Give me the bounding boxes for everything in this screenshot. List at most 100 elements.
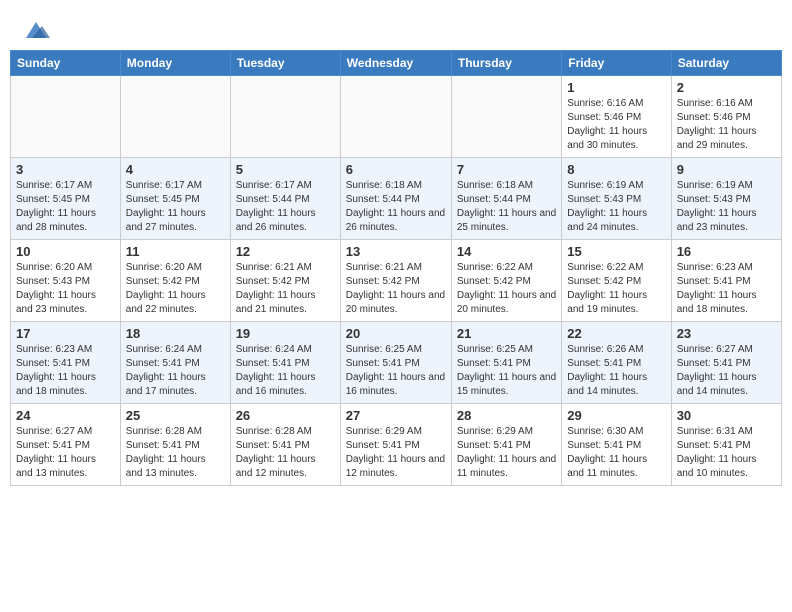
- day-number: 8: [567, 162, 665, 177]
- day-number: 14: [457, 244, 556, 259]
- calendar-week-row: 17 Sunrise: 6:23 AMSunset: 5:41 PMDayligh…: [11, 322, 782, 404]
- day-number: 2: [677, 80, 776, 95]
- day-number: 18: [126, 326, 225, 341]
- calendar-day-cell: 13 Sunrise: 6:21 AMSunset: 5:42 PMDayligh…: [340, 240, 451, 322]
- day-number: 6: [346, 162, 446, 177]
- day-number: 9: [677, 162, 776, 177]
- calendar-day-cell: 27 Sunrise: 6:29 AMSunset: 5:41 PMDayligh…: [340, 404, 451, 486]
- day-number: 15: [567, 244, 665, 259]
- calendar-day-cell: 28 Sunrise: 6:29 AMSunset: 5:41 PMDayligh…: [451, 404, 561, 486]
- calendar-day-cell: 6 Sunrise: 6:18 AMSunset: 5:44 PMDaylight…: [340, 158, 451, 240]
- calendar-header-friday: Friday: [562, 51, 671, 76]
- day-number: 16: [677, 244, 776, 259]
- calendar-day-cell: 14Sunrise: 6:22 AMSunset: 5:42 PMDayligh…: [451, 240, 561, 322]
- day-info: Sunrise: 6:26 AMSunset: 5:41 PMDaylight:…: [567, 343, 665, 399]
- day-info: Sunrise: 6:28 AMSunset: 5:41 PMDaylight:…: [126, 425, 225, 481]
- calendar-day-cell: 5 Sunrise: 6:17 AMSunset: 5:44 PMDaylight…: [230, 158, 340, 240]
- day-info: Sunrise: 6:30 AMSunset: 5:41 PMDaylight:…: [567, 425, 665, 481]
- calendar-day-cell: 16 Sunrise: 6:23 AMSunset: 5:41 PMDayligh…: [671, 240, 781, 322]
- calendar-day-cell: 1 Sunrise: 6:16 AMSunset: 5:46 PMDaylight…: [562, 76, 671, 158]
- day-info: Sunrise: 6:21 AMSunset: 5:42 PMDaylight:…: [346, 261, 446, 317]
- day-number: 22: [567, 326, 665, 341]
- day-info: Sunrise: 6:28 AMSunset: 5:41 PMDaylight:…: [236, 425, 335, 481]
- calendar-header-saturday: Saturday: [671, 51, 781, 76]
- day-number: 21: [457, 326, 556, 341]
- page-header: [10, 10, 782, 44]
- day-info: Sunrise: 6:25 AMSunset: 5:41 PMDaylight:…: [457, 343, 556, 399]
- day-number: 3: [16, 162, 115, 177]
- day-info: Sunrise: 6:18 AMSunset: 5:44 PMDaylight:…: [457, 179, 556, 235]
- calendar-day-cell: 24 Sunrise: 6:27 AMSunset: 5:41 PMDayligh…: [11, 404, 121, 486]
- day-number: 26: [236, 408, 335, 423]
- calendar-day-cell: 29 Sunrise: 6:30 AMSunset: 5:41 PMDayligh…: [562, 404, 671, 486]
- calendar-day-cell: 15Sunrise: 6:22 AMSunset: 5:42 PMDayligh…: [562, 240, 671, 322]
- calendar: SundayMondayTuesdayWednesdayThursdayFrid…: [10, 50, 782, 486]
- day-info: Sunrise: 6:23 AMSunset: 5:41 PMDaylight:…: [16, 343, 115, 399]
- day-number: 12: [236, 244, 335, 259]
- day-number: 5: [236, 162, 335, 177]
- day-number: 4: [126, 162, 225, 177]
- day-info: Sunrise: 6:29 AMSunset: 5:41 PMDaylight:…: [346, 425, 446, 481]
- day-number: 30: [677, 408, 776, 423]
- day-number: 23: [677, 326, 776, 341]
- day-info: Sunrise: 6:21 AMSunset: 5:42 PMDaylight:…: [236, 261, 335, 317]
- day-info: Sunrise: 6:25 AMSunset: 5:41 PMDaylight:…: [346, 343, 446, 399]
- calendar-day-cell: [451, 76, 561, 158]
- day-number: 13: [346, 244, 446, 259]
- calendar-day-cell: 22 Sunrise: 6:26 AMSunset: 5:41 PMDayligh…: [562, 322, 671, 404]
- day-info: Sunrise: 6:16 AMSunset: 5:46 PMDaylight:…: [567, 97, 665, 153]
- calendar-header-monday: Monday: [120, 51, 230, 76]
- calendar-day-cell: 4 Sunrise: 6:17 AMSunset: 5:45 PMDaylight…: [120, 158, 230, 240]
- calendar-week-row: 1 Sunrise: 6:16 AMSunset: 5:46 PMDaylight…: [11, 76, 782, 158]
- day-info: Sunrise: 6:29 AMSunset: 5:41 PMDaylight:…: [457, 425, 556, 481]
- day-number: 19: [236, 326, 335, 341]
- day-number: 27: [346, 408, 446, 423]
- calendar-day-cell: 8 Sunrise: 6:19 AMSunset: 5:43 PMDaylight…: [562, 158, 671, 240]
- day-number: 28: [457, 408, 556, 423]
- day-number: 1: [567, 80, 665, 95]
- calendar-week-row: 24 Sunrise: 6:27 AMSunset: 5:41 PMDayligh…: [11, 404, 782, 486]
- calendar-day-cell: 3 Sunrise: 6:17 AMSunset: 5:45 PMDaylight…: [11, 158, 121, 240]
- day-info: Sunrise: 6:23 AMSunset: 5:41 PMDaylight:…: [677, 261, 776, 317]
- calendar-header-sunday: Sunday: [11, 51, 121, 76]
- day-info: Sunrise: 6:19 AMSunset: 5:43 PMDaylight:…: [677, 179, 776, 235]
- day-info: Sunrise: 6:31 AMSunset: 5:41 PMDaylight:…: [677, 425, 776, 481]
- calendar-week-row: 3 Sunrise: 6:17 AMSunset: 5:45 PMDaylight…: [11, 158, 782, 240]
- day-info: Sunrise: 6:27 AMSunset: 5:41 PMDaylight:…: [16, 425, 115, 481]
- day-number: 24: [16, 408, 115, 423]
- day-number: 11: [126, 244, 225, 259]
- day-info: Sunrise: 6:17 AMSunset: 5:44 PMDaylight:…: [236, 179, 335, 235]
- day-number: 29: [567, 408, 665, 423]
- day-number: 10: [16, 244, 115, 259]
- calendar-day-cell: [340, 76, 451, 158]
- calendar-day-cell: 26 Sunrise: 6:28 AMSunset: 5:41 PMDayligh…: [230, 404, 340, 486]
- day-number: 17: [16, 326, 115, 341]
- calendar-day-cell: 20 Sunrise: 6:25 AMSunset: 5:41 PMDayligh…: [340, 322, 451, 404]
- day-info: Sunrise: 6:17 AMSunset: 5:45 PMDaylight:…: [126, 179, 225, 235]
- calendar-day-cell: [11, 76, 121, 158]
- calendar-week-row: 10Sunrise: 6:20 AMSunset: 5:43 PMDayligh…: [11, 240, 782, 322]
- calendar-day-cell: 11 Sunrise: 6:20 AMSunset: 5:42 PMDayligh…: [120, 240, 230, 322]
- calendar-day-cell: [120, 76, 230, 158]
- calendar-day-cell: 21 Sunrise: 6:25 AMSunset: 5:41 PMDayligh…: [451, 322, 561, 404]
- calendar-day-cell: 9 Sunrise: 6:19 AMSunset: 5:43 PMDaylight…: [671, 158, 781, 240]
- day-number: 7: [457, 162, 556, 177]
- day-info: Sunrise: 6:20 AMSunset: 5:42 PMDaylight:…: [126, 261, 225, 317]
- calendar-day-cell: 17 Sunrise: 6:23 AMSunset: 5:41 PMDayligh…: [11, 322, 121, 404]
- logo-icon: [22, 16, 50, 44]
- calendar-header-row: SundayMondayTuesdayWednesdayThursdayFrid…: [11, 51, 782, 76]
- day-number: 25: [126, 408, 225, 423]
- day-number: 20: [346, 326, 446, 341]
- calendar-day-cell: 7 Sunrise: 6:18 AMSunset: 5:44 PMDaylight…: [451, 158, 561, 240]
- day-info: Sunrise: 6:16 AMSunset: 5:46 PMDaylight:…: [677, 97, 776, 153]
- calendar-day-cell: [230, 76, 340, 158]
- day-info: Sunrise: 6:24 AMSunset: 5:41 PMDaylight:…: [236, 343, 335, 399]
- calendar-header-wednesday: Wednesday: [340, 51, 451, 76]
- calendar-day-cell: 12 Sunrise: 6:21 AMSunset: 5:42 PMDayligh…: [230, 240, 340, 322]
- day-info: Sunrise: 6:17 AMSunset: 5:45 PMDaylight:…: [16, 179, 115, 235]
- calendar-day-cell: 23Sunrise: 6:27 AMSunset: 5:41 PMDayligh…: [671, 322, 781, 404]
- logo: [20, 16, 50, 44]
- day-info: Sunrise: 6:24 AMSunset: 5:41 PMDaylight:…: [126, 343, 225, 399]
- day-info: Sunrise: 6:19 AMSunset: 5:43 PMDaylight:…: [567, 179, 665, 235]
- day-info: Sunrise: 6:18 AMSunset: 5:44 PMDaylight:…: [346, 179, 446, 235]
